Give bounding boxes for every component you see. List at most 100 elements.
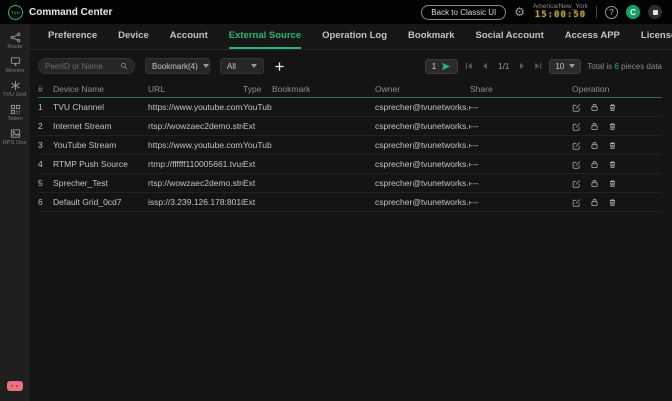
bookmark-filter-dropdown[interactable]: Bookmark(4) (145, 58, 210, 74)
sidebar-item-rps-one[interactable]: RPS One (0, 125, 30, 149)
type-filter-value: All (227, 61, 236, 71)
token-icon (10, 104, 20, 115)
next-page-button[interactable] (517, 62, 527, 70)
delete-button[interactable] (608, 179, 617, 188)
app-title: Command Center (29, 6, 113, 18)
edit-icon (572, 160, 581, 169)
page-size-dropdown[interactable]: 10 (549, 58, 582, 74)
column-header: Device Name (53, 84, 105, 94)
settings-gear-icon[interactable]: ⚙ (514, 6, 525, 18)
tab[interactable]: Preference (48, 24, 97, 49)
tab-bar: Preference Device Account External Source Op… (30, 24, 672, 50)
edit-button[interactable] (572, 103, 581, 112)
page-jump-value: 1 (431, 61, 437, 71)
add-external-source-button[interactable] (274, 61, 285, 72)
prev-page-button[interactable] (480, 62, 490, 70)
last-page-icon (535, 62, 542, 70)
delete-button[interactable] (608, 103, 617, 112)
row-number-cell: 6 (38, 197, 43, 207)
type-cell: YouTube (243, 102, 272, 112)
page-jump-box[interactable]: 1 (424, 58, 459, 74)
delete-button[interactable] (608, 122, 617, 131)
owner-cell: csprecher@tvunetworks.com (375, 140, 470, 150)
type-cell: Ext (243, 159, 256, 169)
lock-icon (591, 179, 598, 187)
timezone-clock: America/New_York 15:00:50 (533, 3, 588, 20)
edit-button[interactable] (572, 141, 581, 150)
delete-button[interactable] (608, 160, 617, 169)
edit-button[interactable] (572, 179, 581, 188)
delete-button[interactable] (608, 141, 617, 150)
table-row[interactable]: 3 YouTube Stream https://www.youtube.com… (38, 136, 662, 155)
device-name-cell: TVU Channel (53, 102, 105, 112)
owner-cell: csprecher@tvunetworks.com (375, 197, 470, 207)
apps-menu-icon[interactable] (648, 5, 662, 19)
owner-cell: csprecher@tvunetworks.com (375, 159, 470, 169)
left-sidebar: Route Monitor TVU Grid Token RPS One (0, 24, 30, 401)
help-icon[interactable]: ? (605, 5, 618, 19)
tab[interactable]: Licensed Feature Report (641, 24, 672, 49)
edit-button[interactable] (572, 160, 581, 169)
square-glyph (652, 9, 658, 15)
sidebar-item-tvu-grid[interactable]: TVU Grid (0, 77, 30, 101)
share-cell: --- (470, 159, 479, 169)
sidebar-item-route[interactable]: Route (0, 29, 30, 53)
tab[interactable]: Account (170, 24, 208, 49)
route-icon (10, 32, 20, 43)
column-header: Owner (375, 84, 401, 94)
content-area: Preference Device Account External Source Op… (30, 24, 672, 401)
table-row[interactable]: 4 RTMP Push Source rtmp://ffffff11000566… (38, 155, 662, 174)
type-cell: Ext (243, 178, 256, 188)
edit-button[interactable] (572, 122, 581, 131)
lock-button[interactable] (590, 198, 599, 207)
row-number-cell: 4 (38, 159, 43, 169)
lock-icon (591, 160, 598, 168)
tab[interactable]: Social Account (476, 24, 544, 49)
lock-button[interactable] (590, 160, 599, 169)
next-page-icon (520, 62, 525, 70)
feedback-chat-icon[interactable] (7, 381, 23, 391)
pagination: 1 1/1 10 Total is 6 pieces data (424, 58, 662, 74)
user-avatar[interactable]: C (626, 5, 640, 19)
lock-button[interactable] (590, 122, 599, 131)
type-filter-dropdown[interactable]: All (220, 58, 264, 74)
first-page-icon (466, 62, 473, 70)
lock-button[interactable] (590, 179, 599, 188)
table-row[interactable]: 5 Sprecher_Test rtsp://wowzaec2demo.str e… (38, 174, 662, 193)
first-page-button[interactable] (464, 62, 474, 70)
back-to-classic-button[interactable]: Back to Classic UI (421, 4, 507, 20)
page-size-value: 10 (555, 61, 565, 71)
trash-icon (609, 161, 616, 168)
last-page-button[interactable] (533, 62, 543, 70)
tab[interactable]: Device (118, 24, 149, 49)
chevron-down-icon (569, 64, 576, 68)
table-row[interactable]: 2 Internet Stream rtsp://wowzaec2demo.st… (38, 117, 662, 136)
column-header: Operation (572, 84, 610, 94)
tvu-grid-icon (10, 80, 20, 91)
tab[interactable]: Access APP (565, 24, 620, 49)
url-cell: issp://3.239.126.178:8010 (148, 197, 243, 207)
search-icon[interactable] (120, 62, 128, 70)
lock-button[interactable] (590, 103, 599, 112)
sidebar-item-token[interactable]: Token (0, 101, 30, 125)
row-number-cell: 5 (38, 178, 43, 188)
search-box (38, 58, 135, 74)
toolbar-left: Bookmark(4) All (38, 58, 285, 74)
edit-icon (572, 122, 581, 131)
table-row[interactable]: 1 TVU Channel https://www.youtube.com/wa… (38, 98, 662, 117)
delete-button[interactable] (608, 198, 617, 207)
sidebar-item-monitor[interactable]: Monitor (0, 53, 30, 77)
tab[interactable]: Operation Log (322, 24, 387, 49)
column-header: Type (243, 84, 262, 94)
trash-icon (609, 180, 616, 187)
go-to-page-icon[interactable] (441, 62, 451, 71)
share-cell: --- (470, 140, 479, 150)
search-input[interactable] (45, 61, 116, 71)
edit-button[interactable] (572, 198, 581, 207)
table-row[interactable]: 6 Default Grid_0cd7 issp://3.239.126.178… (38, 193, 662, 212)
lock-button[interactable] (590, 141, 599, 150)
tab[interactable]: Bookmark (408, 24, 454, 49)
prev-page-icon (483, 62, 488, 70)
tab[interactable]: External Source (228, 24, 302, 49)
lock-icon (591, 141, 598, 149)
